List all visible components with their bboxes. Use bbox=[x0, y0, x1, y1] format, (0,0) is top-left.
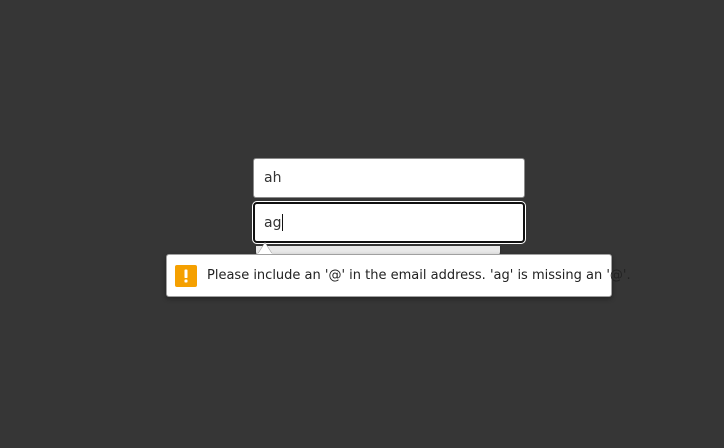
email-input-value: ag bbox=[264, 214, 282, 231]
first-input-value: ah bbox=[264, 170, 282, 186]
validation-message: Please include an '@' in the email addre… bbox=[207, 268, 631, 283]
first-input-field[interactable]: ah bbox=[253, 158, 525, 198]
text-cursor bbox=[282, 214, 284, 231]
tooltip-arrow bbox=[258, 243, 272, 254]
email-input-field[interactable]: ag bbox=[253, 202, 525, 243]
page-background: ah ag Please include an '@' in the email… bbox=[0, 0, 724, 448]
validation-tooltip: Please include an '@' in the email addre… bbox=[166, 254, 631, 297]
warning-icon bbox=[175, 264, 197, 287]
